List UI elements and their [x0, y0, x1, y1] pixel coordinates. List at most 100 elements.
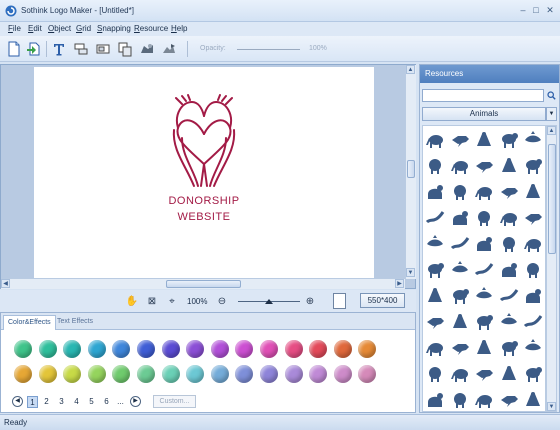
zoom-slider-thumb[interactable]	[265, 299, 273, 304]
color-swatch[interactable]	[161, 340, 180, 358]
fit-page-icon[interactable]: ⊠	[145, 294, 159, 308]
logo-text-line1[interactable]: DONORSHIP	[34, 195, 374, 207]
animal-resource-icon[interactable]	[497, 126, 521, 152]
animal-resource-icon[interactable]	[497, 178, 521, 204]
color-swatch[interactable]	[87, 340, 106, 358]
animal-resource-icon[interactable]	[521, 178, 545, 204]
scroll-down-arrow[interactable]: ▼	[406, 268, 415, 277]
animal-resource-icon[interactable]	[472, 256, 496, 282]
color-swatch[interactable]	[235, 340, 254, 358]
ungroup-button[interactable]	[116, 39, 134, 58]
animal-resource-icon[interactable]	[497, 282, 521, 308]
animal-resource-icon[interactable]	[423, 360, 447, 386]
page-3[interactable]: 3	[56, 396, 67, 408]
page-2[interactable]: 2	[41, 396, 52, 408]
hand-tool-icon[interactable]: ✋	[125, 294, 139, 308]
animal-resource-icon[interactable]	[423, 256, 447, 282]
canvas-horizontal-scrollbar[interactable]: ◀ ▶	[1, 278, 405, 289]
color-swatch[interactable]	[210, 365, 229, 383]
search-button[interactable]	[545, 89, 557, 102]
category-select[interactable]: Animals	[422, 107, 546, 121]
new-file-button[interactable]	[5, 39, 23, 58]
animal-resource-icon[interactable]	[472, 386, 496, 411]
animal-resource-icon[interactable]	[497, 256, 521, 282]
animal-resource-icon[interactable]	[472, 152, 496, 178]
logo-text-line2[interactable]: WEBSITE	[34, 211, 374, 223]
color-swatch[interactable]	[14, 340, 32, 358]
color-swatch[interactable]	[260, 365, 278, 383]
animal-resource-icon[interactable]	[472, 360, 496, 386]
menu-resource[interactable]: Resource	[134, 24, 168, 33]
animal-resource-icon[interactable]	[472, 282, 496, 308]
scroll-up-arrow[interactable]: ▲	[547, 126, 556, 135]
tab-color-effects[interactable]: Color&Effects	[3, 315, 56, 330]
animal-resource-icon[interactable]	[521, 386, 545, 411]
color-swatch[interactable]	[210, 340, 229, 358]
heart-hands-logo[interactable]	[168, 94, 240, 188]
animal-resource-icon[interactable]	[472, 204, 496, 230]
animal-resource-icon[interactable]	[448, 178, 472, 204]
page-4[interactable]: 4	[71, 396, 82, 408]
prev-page-icon[interactable]: ◀	[12, 396, 23, 407]
color-swatch[interactable]	[161, 365, 180, 383]
color-swatch[interactable]	[284, 340, 303, 358]
scroll-thumb[interactable]	[166, 280, 241, 288]
scroll-down-arrow[interactable]: ▼	[547, 402, 556, 411]
color-swatch[interactable]	[137, 365, 155, 383]
zoom-in-icon[interactable]: ⊕	[303, 294, 317, 308]
color-swatch[interactable]	[87, 365, 106, 383]
animal-resource-icon[interactable]	[497, 360, 521, 386]
animal-resource-icon[interactable]	[521, 334, 545, 360]
animal-resource-icon[interactable]	[448, 152, 472, 178]
scroll-up-arrow[interactable]: ▲	[406, 65, 415, 74]
animal-resource-icon[interactable]	[423, 204, 447, 230]
color-swatch[interactable]	[358, 365, 377, 383]
animal-resource-icon[interactable]	[423, 334, 447, 360]
animal-resource-icon[interactable]	[521, 230, 545, 256]
animal-resource-icon[interactable]	[497, 152, 521, 178]
tab-text-effects[interactable]: Text Effects	[53, 315, 97, 330]
actual-size-icon[interactable]: ⌖	[165, 294, 179, 308]
color-swatch[interactable]	[333, 365, 352, 383]
color-swatch[interactable]	[112, 365, 131, 383]
color-swatch[interactable]	[186, 365, 205, 383]
animal-resource-icon[interactable]	[448, 360, 472, 386]
animal-resource-icon[interactable]	[423, 152, 447, 178]
page-5[interactable]: 5	[86, 396, 97, 408]
color-swatch[interactable]	[63, 340, 82, 358]
animal-resource-icon[interactable]	[423, 282, 447, 308]
color-swatch[interactable]	[260, 340, 278, 358]
animal-resource-icon[interactable]	[448, 386, 472, 411]
color-swatch[interactable]	[112, 340, 131, 358]
color-swatch[interactable]	[38, 365, 57, 383]
animal-resource-icon[interactable]	[497, 334, 521, 360]
opacity-slider[interactable]	[237, 49, 300, 50]
menu-file[interactable]: File	[8, 24, 21, 33]
minimize-button[interactable]: –	[517, 5, 529, 16]
animal-resource-icon[interactable]	[423, 178, 447, 204]
color-swatch[interactable]	[63, 365, 82, 383]
animal-resource-icon[interactable]	[521, 282, 545, 308]
send-back-button[interactable]	[160, 39, 178, 58]
animal-resource-icon[interactable]	[497, 204, 521, 230]
animal-resource-icon[interactable]	[423, 126, 447, 152]
animal-resource-icon[interactable]	[448, 282, 472, 308]
animal-resource-icon[interactable]	[521, 152, 545, 178]
design-canvas[interactable]: DONORSHIP WEBSITE	[34, 67, 374, 278]
canvas-vertical-scrollbar[interactable]: ▲ ▼	[405, 65, 416, 279]
page-1[interactable]: 1	[27, 396, 38, 408]
animal-resource-icon[interactable]	[521, 308, 545, 334]
animal-resource-icon[interactable]	[448, 126, 472, 152]
animal-resource-icon[interactable]	[472, 178, 496, 204]
next-page-icon[interactable]: ▶	[130, 396, 141, 407]
color-swatch[interactable]	[309, 365, 328, 383]
page-more[interactable]: ...	[115, 396, 126, 408]
resource-search-input[interactable]	[422, 89, 544, 102]
group-button[interactable]	[94, 39, 112, 58]
color-swatch[interactable]	[284, 365, 303, 383]
animal-resource-icon[interactable]	[521, 256, 545, 282]
text-tool-button[interactable]	[50, 39, 68, 58]
scroll-thumb[interactable]	[548, 144, 556, 254]
custom-button[interactable]: Custom...	[153, 395, 196, 408]
bring-front-button[interactable]	[138, 39, 156, 58]
